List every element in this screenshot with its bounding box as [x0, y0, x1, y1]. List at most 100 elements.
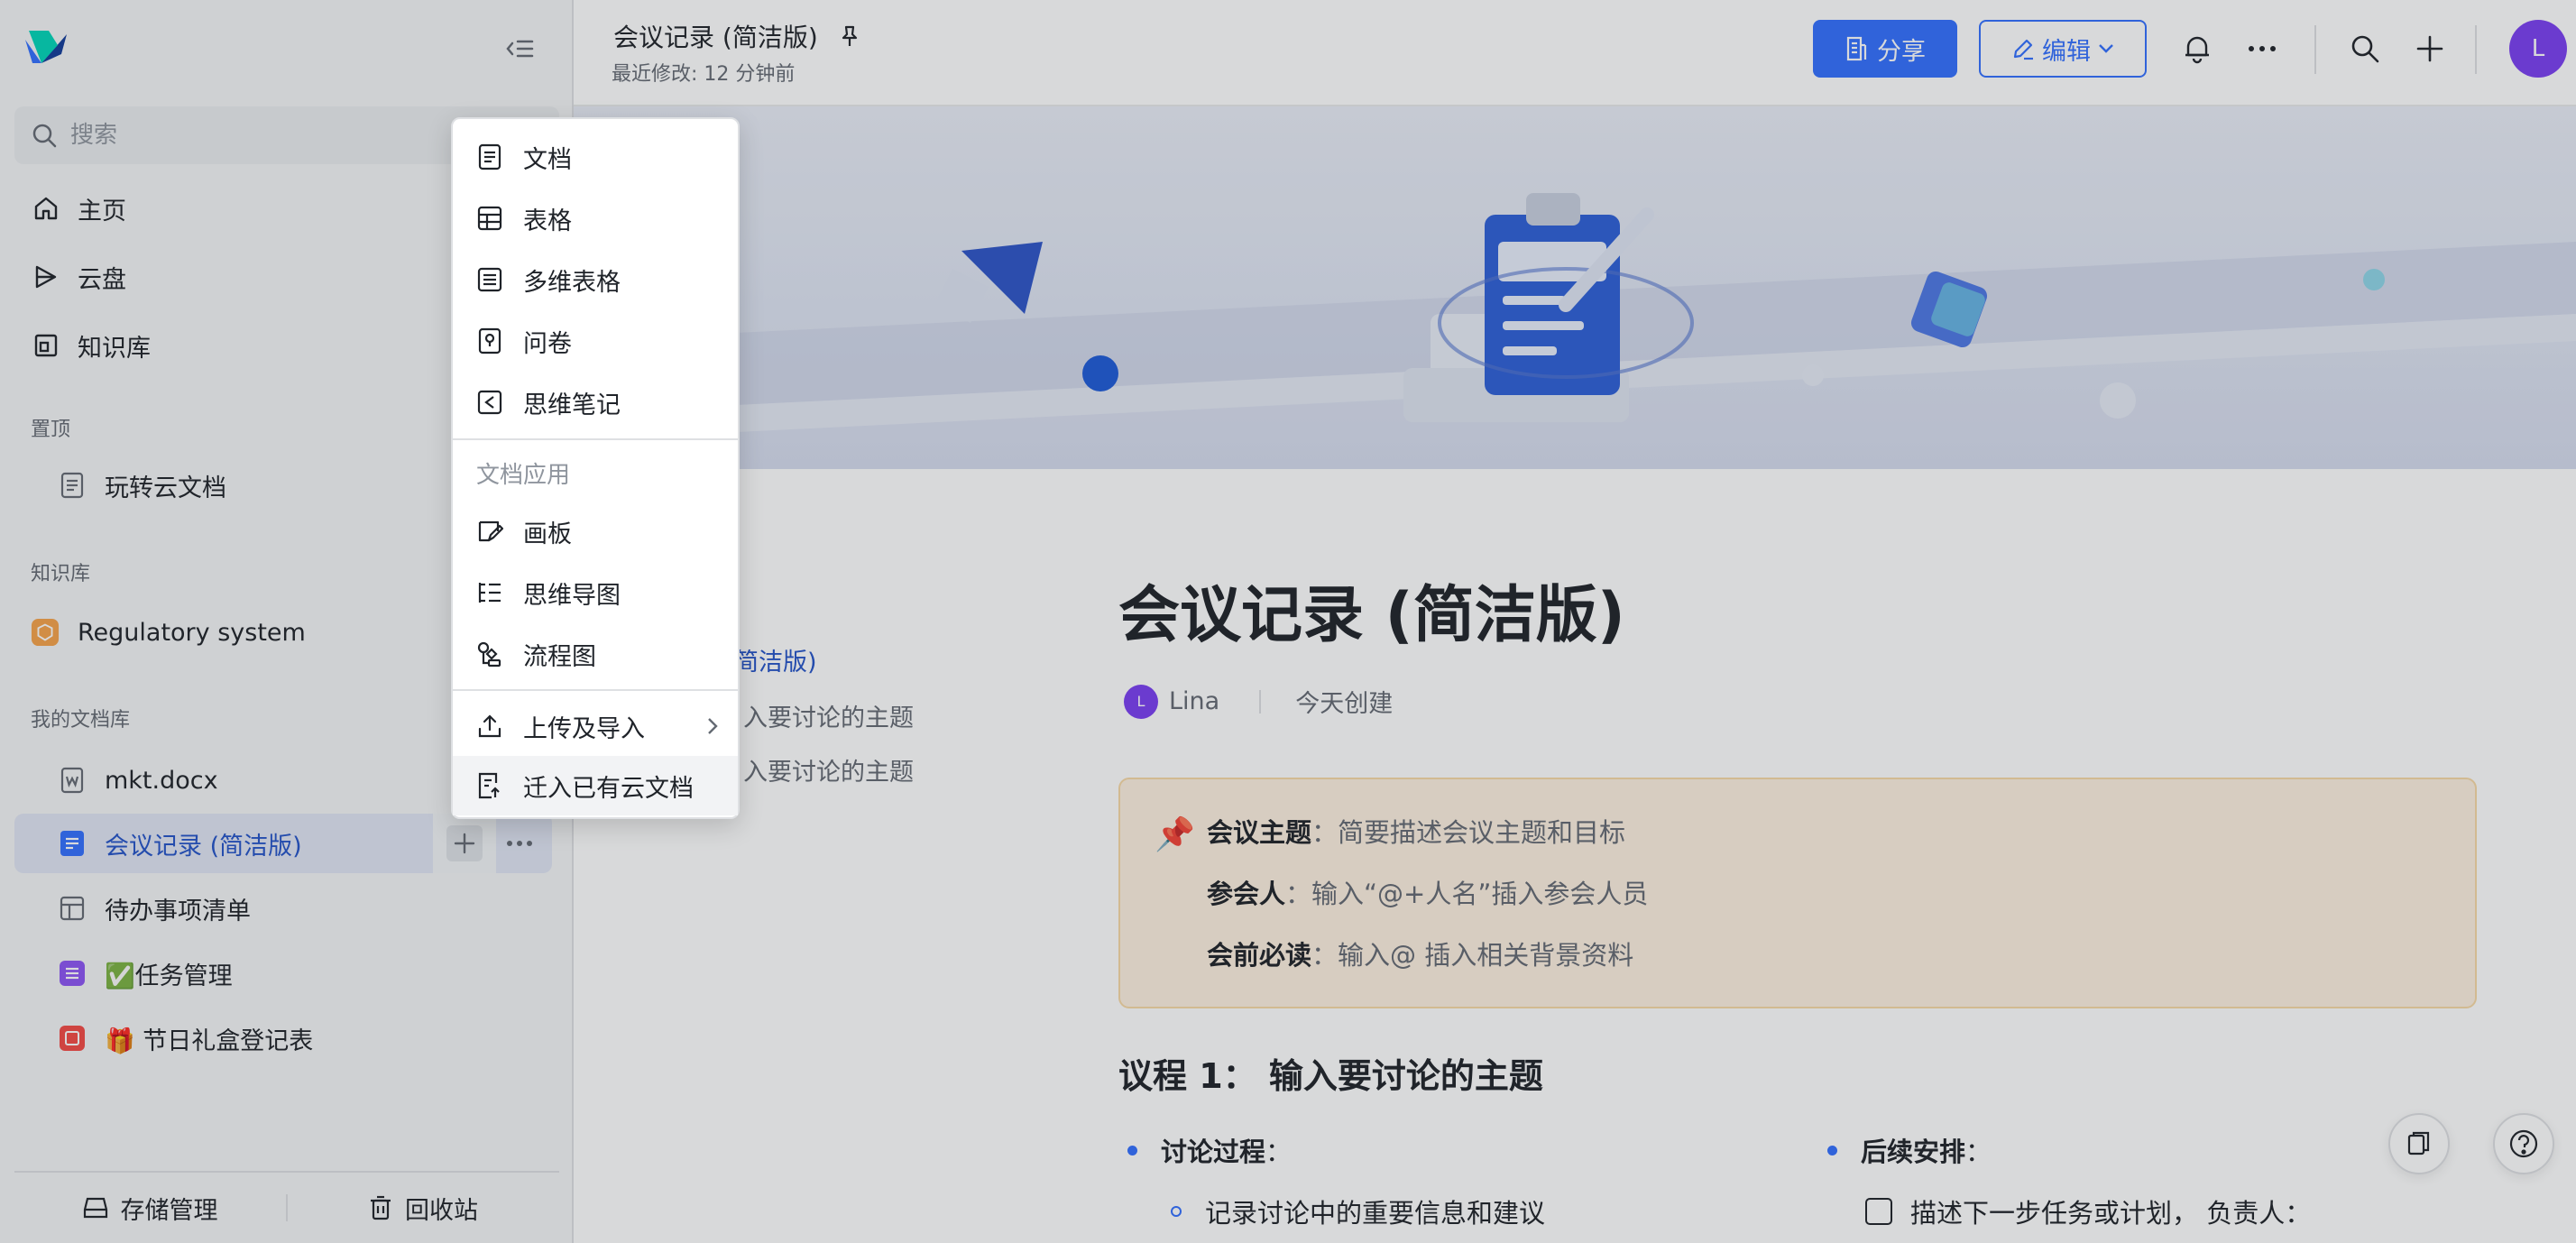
search-icon[interactable] [2343, 27, 2387, 70]
bullet-dot-icon [1827, 1145, 1837, 1156]
author-name[interactable]: Lina [1169, 687, 1219, 715]
outline-item-agenda[interactable]: 入要讨论的主题 [743, 752, 914, 787]
discussion-label: 讨论过程 [1161, 1137, 1266, 1167]
pencil-icon [2011, 37, 2035, 60]
migrate-doc-icon [476, 772, 503, 799]
knowledge-base-icon [31, 330, 61, 361]
menu-item-whiteboard[interactable]: 画板 [453, 502, 738, 561]
callout-topic: 会议主题：简要描述会议主题和目标 [1207, 817, 1626, 848]
row-actions [433, 814, 543, 873]
trash-label: 回收站 [405, 1196, 478, 1225]
user-avatar[interactable]: L [2509, 20, 2567, 78]
menu-item-label: 上传及导入 [523, 714, 645, 743]
discussion-bullet[interactable]: 讨论过程： [1127, 1131, 1292, 1169]
outline-item-title[interactable]: 简洁版) [734, 642, 817, 677]
menu-item-mind-note[interactable]: 思维笔记 [453, 373, 738, 432]
doc-icon [476, 143, 503, 170]
callout-reading-value: 输入@ 插入相关背景资料 [1338, 940, 1634, 971]
more-options-icon[interactable] [2240, 27, 2284, 70]
nav-cloud-drive-label: 云盘 [78, 265, 126, 294]
callout-topic-value: 简要描述会议主题和目标 [1338, 817, 1626, 848]
edit-label: 编辑 [2042, 37, 2091, 66]
menu-group-label: 文档应用 [476, 462, 571, 489]
plus-icon [446, 825, 483, 861]
document-title[interactable]: 会议记录 (简洁版) [1118, 565, 1625, 654]
library-item-label: mkt.docx [105, 766, 218, 795]
section-knowledge: 知识库 [31, 563, 91, 585]
library-item-label: ✅任务管理 [105, 962, 233, 990]
followup-bullet[interactable]: 后续安排： [1827, 1131, 1992, 1169]
library-item-gift-form[interactable]: 🎁 节日礼盒登记表 [14, 1008, 552, 1068]
bullet-dot-icon [1127, 1145, 1137, 1156]
menu-item-flowchart[interactable]: 流程图 [453, 624, 738, 684]
cloud-drive-icon [31, 262, 61, 292]
trash-icon [369, 1195, 392, 1220]
menu-divider [453, 689, 738, 691]
comment-panel-icon[interactable] [2388, 1113, 2450, 1174]
edit-button[interactable]: 编辑 [1979, 20, 2147, 78]
menu-item-survey[interactable]: 问卷 [453, 311, 738, 371]
storage-button[interactable]: 存储管理 [14, 1191, 286, 1226]
share-button[interactable]: 分享 [1813, 20, 1957, 78]
nav-knowledge-base-label: 知识库 [78, 334, 151, 363]
agenda-heading[interactable]: 议程 1： 输入要讨论的主题 [1118, 1048, 1543, 1098]
section-pinned: 置顶 [31, 419, 71, 441]
created-time: 今天创建 [1295, 690, 1394, 718]
word-file-icon [58, 766, 87, 795]
menu-item-migrate[interactable]: 迁入已有云文档 [453, 756, 738, 815]
menu-item-sheet[interactable]: 表格 [453, 189, 738, 248]
storage-label: 存储管理 [120, 1196, 218, 1225]
menu-item-mindmap[interactable]: 思维导图 [453, 563, 738, 622]
create-menu: 文档 表格 多维表格 问卷 思维笔记 文档应用 画板 思维导图 流程图 上传及导… [451, 117, 740, 819]
add-child-button[interactable] [433, 814, 496, 873]
callout-reading: 会前必读：输入@ 插入相关背景资料 [1207, 940, 1634, 971]
callout-block[interactable]: 📌 会议主题：简要描述会议主题和目标 参会人：输入“@+人名”插入参会人员 会前… [1118, 778, 2477, 1008]
help-icon[interactable] [2493, 1113, 2554, 1174]
building-icon [1845, 36, 1868, 61]
storage-icon [83, 1196, 108, 1220]
library-item-task-mgmt[interactable]: ✅任务管理 [14, 944, 552, 1003]
discussion-sub-bullet[interactable]: 记录讨论中的重要信息和建议 [1171, 1192, 1545, 1230]
outline-item-agenda[interactable]: 入要讨论的主题 [743, 698, 914, 733]
knowledge-item-label: Regulatory system [78, 618, 306, 647]
menu-divider [453, 438, 738, 440]
library-item-label: 🎁 节日礼盒登记表 [105, 1027, 314, 1055]
library-item-todo[interactable]: 待办事项清单 [14, 879, 552, 938]
callout-reading-label: 会前必读 [1207, 940, 1312, 971]
doc-header: 会议记录 (简洁版) 最近修改: 12 分钟前 分享 编辑 L [574, 0, 2576, 106]
bell-icon[interactable] [2176, 27, 2219, 70]
header-title[interactable]: 会议记录 (简洁版) [613, 18, 861, 54]
header-divider [2314, 25, 2316, 74]
header-title-text: 会议记录 (简洁版) [613, 23, 818, 52]
followup-task[interactable]: 描述下一步任务或计划， 负责人： [1865, 1192, 2311, 1230]
menu-item-doc[interactable]: 文档 [453, 127, 738, 187]
mindmap-icon [476, 579, 503, 606]
discussion-item: 记录讨论中的重要信息和建议 [1205, 1198, 1546, 1229]
callout-attendee-value: 输入“@+人名”插入参会人员 [1311, 879, 1649, 909]
menu-item-label: 文档 [523, 145, 572, 174]
sheet-icon [476, 205, 503, 232]
menu-item-upload[interactable]: 上传及导入 [453, 696, 738, 756]
task-checkbox[interactable] [1865, 1198, 1892, 1225]
followup-label: 后续安排 [1861, 1137, 1966, 1167]
plus-icon[interactable] [2408, 27, 2452, 70]
collapse-sidebar-icon[interactable] [500, 31, 539, 67]
home-icon [31, 193, 61, 224]
chevron-right-icon [707, 717, 718, 735]
menu-item-label: 思维笔记 [523, 391, 621, 419]
followup-item: 描述下一步任务或计划， 负责人： [1910, 1198, 2312, 1229]
pin-icon[interactable] [838, 24, 861, 48]
author-avatar[interactable]: L [1124, 684, 1158, 719]
meta-divider [1259, 689, 1262, 714]
share-label: 分享 [1877, 37, 1926, 66]
menu-item-label: 画板 [523, 520, 572, 548]
menu-item-label: 思维导图 [523, 581, 621, 610]
trash-button[interactable]: 回收站 [288, 1191, 559, 1226]
bitable-icon [476, 266, 503, 293]
sheet-icon [58, 894, 87, 923]
more-options-icon[interactable] [496, 814, 543, 873]
mind-note-icon [476, 389, 503, 416]
header-divider [2475, 25, 2477, 74]
menu-item-bitable[interactable]: 多维表格 [453, 250, 738, 309]
library-item-meeting-notes[interactable]: 会议记录 (简洁版) [14, 814, 552, 873]
